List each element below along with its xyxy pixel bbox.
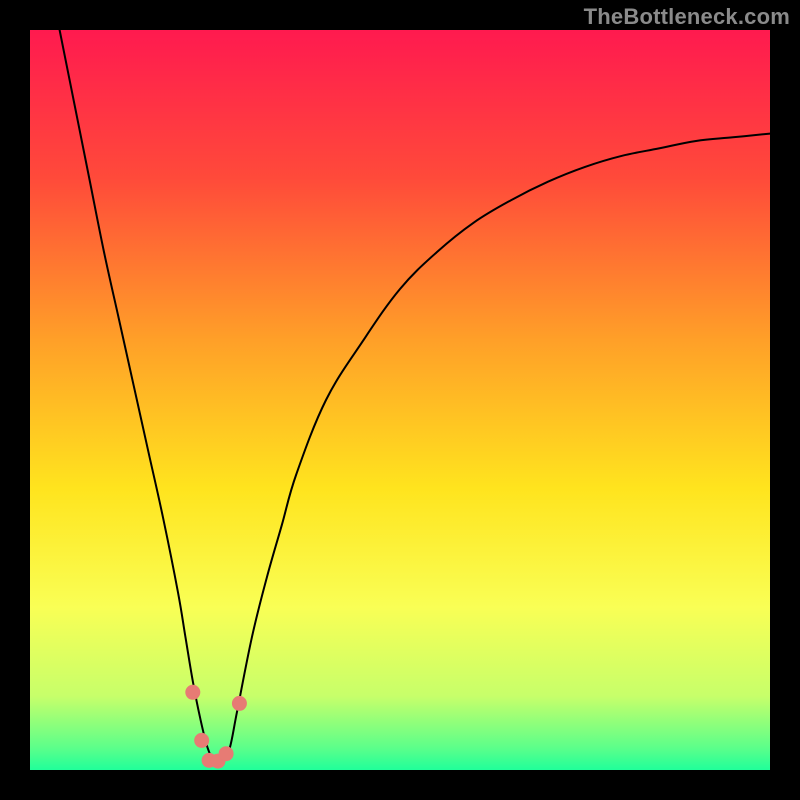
- data-marker: [186, 685, 200, 699]
- chart-frame: TheBottleneck.com: [0, 0, 800, 800]
- data-marker: [195, 733, 209, 747]
- plot-area: [30, 30, 770, 770]
- bottleneck-curve: [60, 30, 770, 765]
- data-marker: [232, 696, 246, 710]
- chart-svg: [30, 30, 770, 770]
- watermark-text: TheBottleneck.com: [584, 4, 790, 30]
- data-marker: [219, 747, 233, 761]
